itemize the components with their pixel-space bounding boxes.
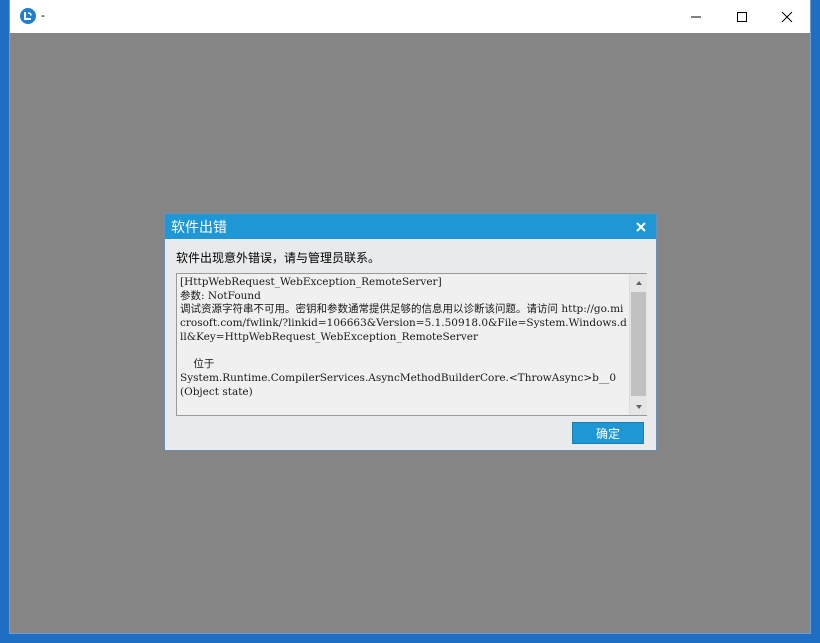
ok-button[interactable]: 确定 (572, 422, 644, 444)
error-details-box[interactable]: [HttpWebRequest_WebException_RemoteServe… (176, 273, 647, 416)
title-bar[interactable]: - (10, 0, 810, 33)
client-area: 软件出错 软件出现意外错误，请与管理员联系。 [HttpWebRequest_W… (10, 33, 810, 633)
dialog-header[interactable]: 软件出错 (165, 214, 656, 239)
minimize-icon (691, 16, 701, 17)
app-logo-icon (20, 8, 36, 24)
maximize-icon (737, 11, 747, 22)
minimize-button[interactable] (673, 0, 719, 33)
scroll-down-icon (635, 404, 642, 409)
close-icon (781, 11, 793, 22)
dialog-close-button[interactable] (632, 218, 650, 236)
app-window: - 软件出错 软件出现意外错误，请与管理员联系。 [HttpWebRequest… (10, 0, 810, 633)
scroll-thumb[interactable] (631, 292, 646, 396)
maximize-button[interactable] (719, 0, 765, 33)
scroll-down-button[interactable] (630, 398, 647, 415)
close-icon (636, 222, 646, 232)
scroll-up-button[interactable] (630, 274, 647, 291)
error-dialog: 软件出错 软件出现意外错误，请与管理员联系。 [HttpWebRequest_W… (164, 213, 657, 451)
dialog-title: 软件出错 (171, 220, 227, 236)
error-details-text[interactable]: [HttpWebRequest_WebException_RemoteServe… (180, 276, 628, 414)
close-window-button[interactable] (764, 0, 810, 33)
details-scrollbar[interactable] (629, 274, 647, 415)
window-title: - (41, 8, 45, 22)
error-message: 软件出现意外错误，请与管理员联系。 (176, 251, 381, 265)
scroll-up-icon (635, 280, 642, 285)
